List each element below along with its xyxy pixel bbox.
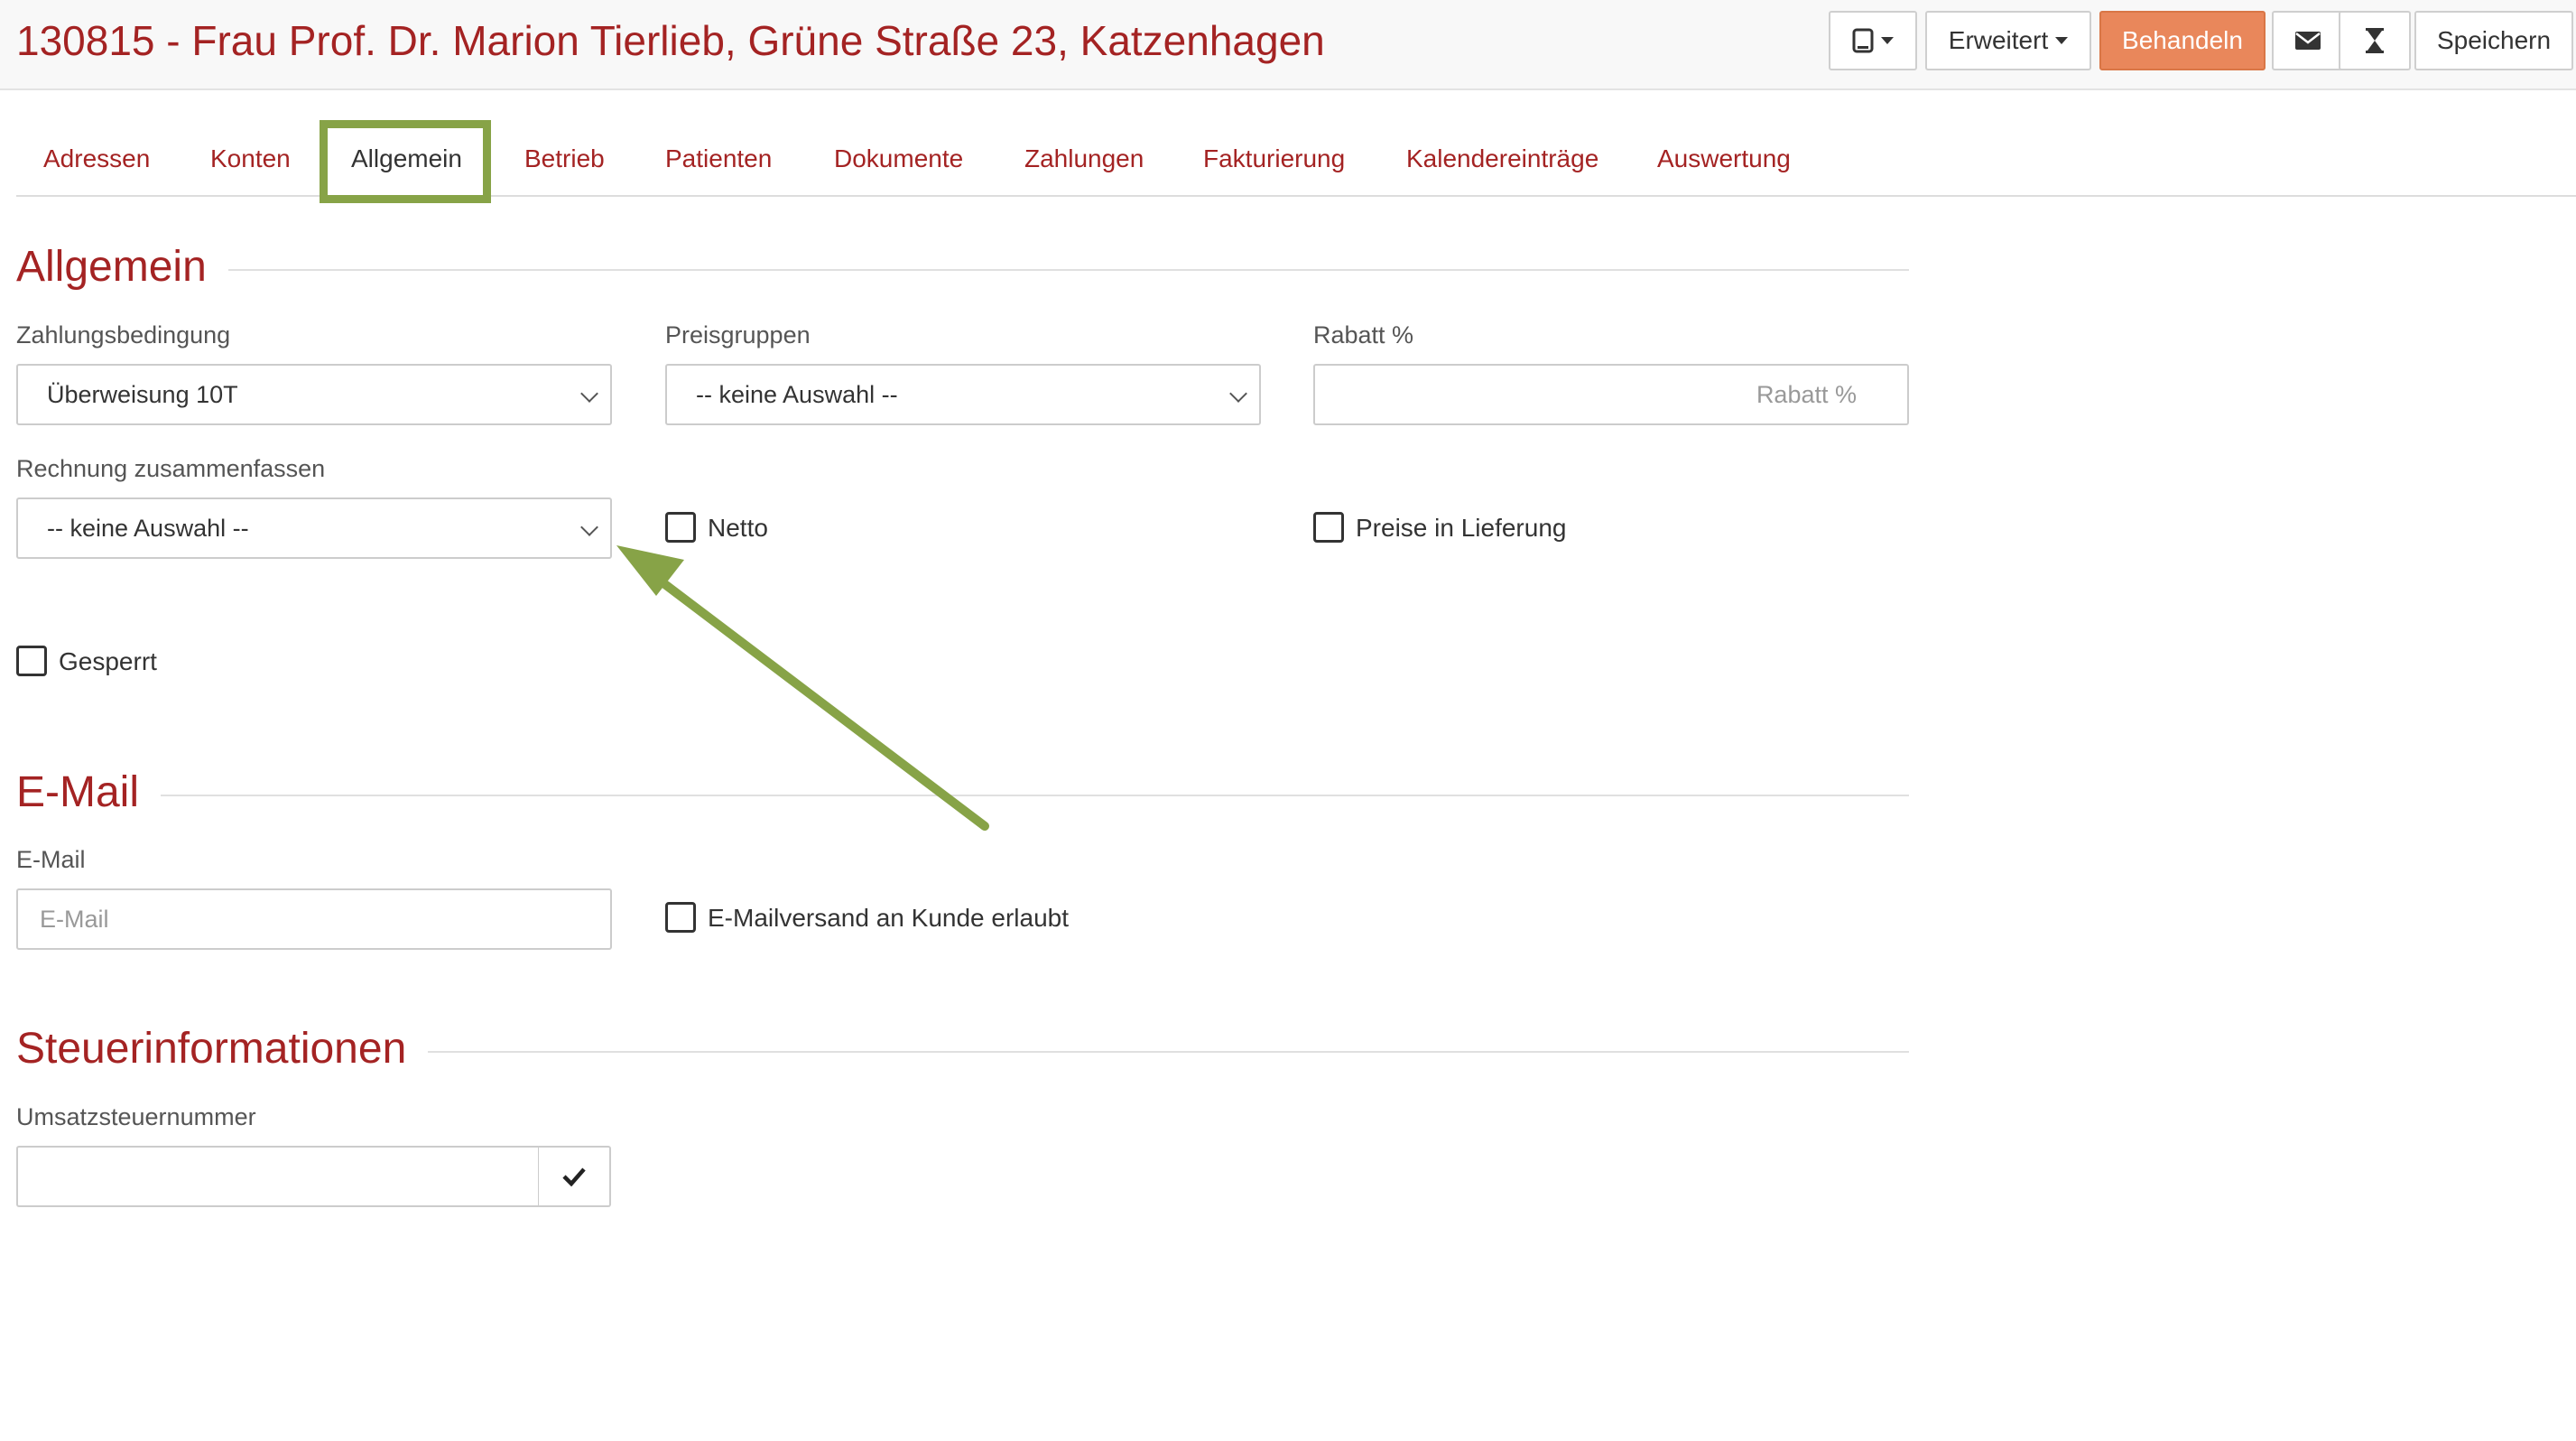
annotation-arrow-icon [616, 545, 989, 831]
